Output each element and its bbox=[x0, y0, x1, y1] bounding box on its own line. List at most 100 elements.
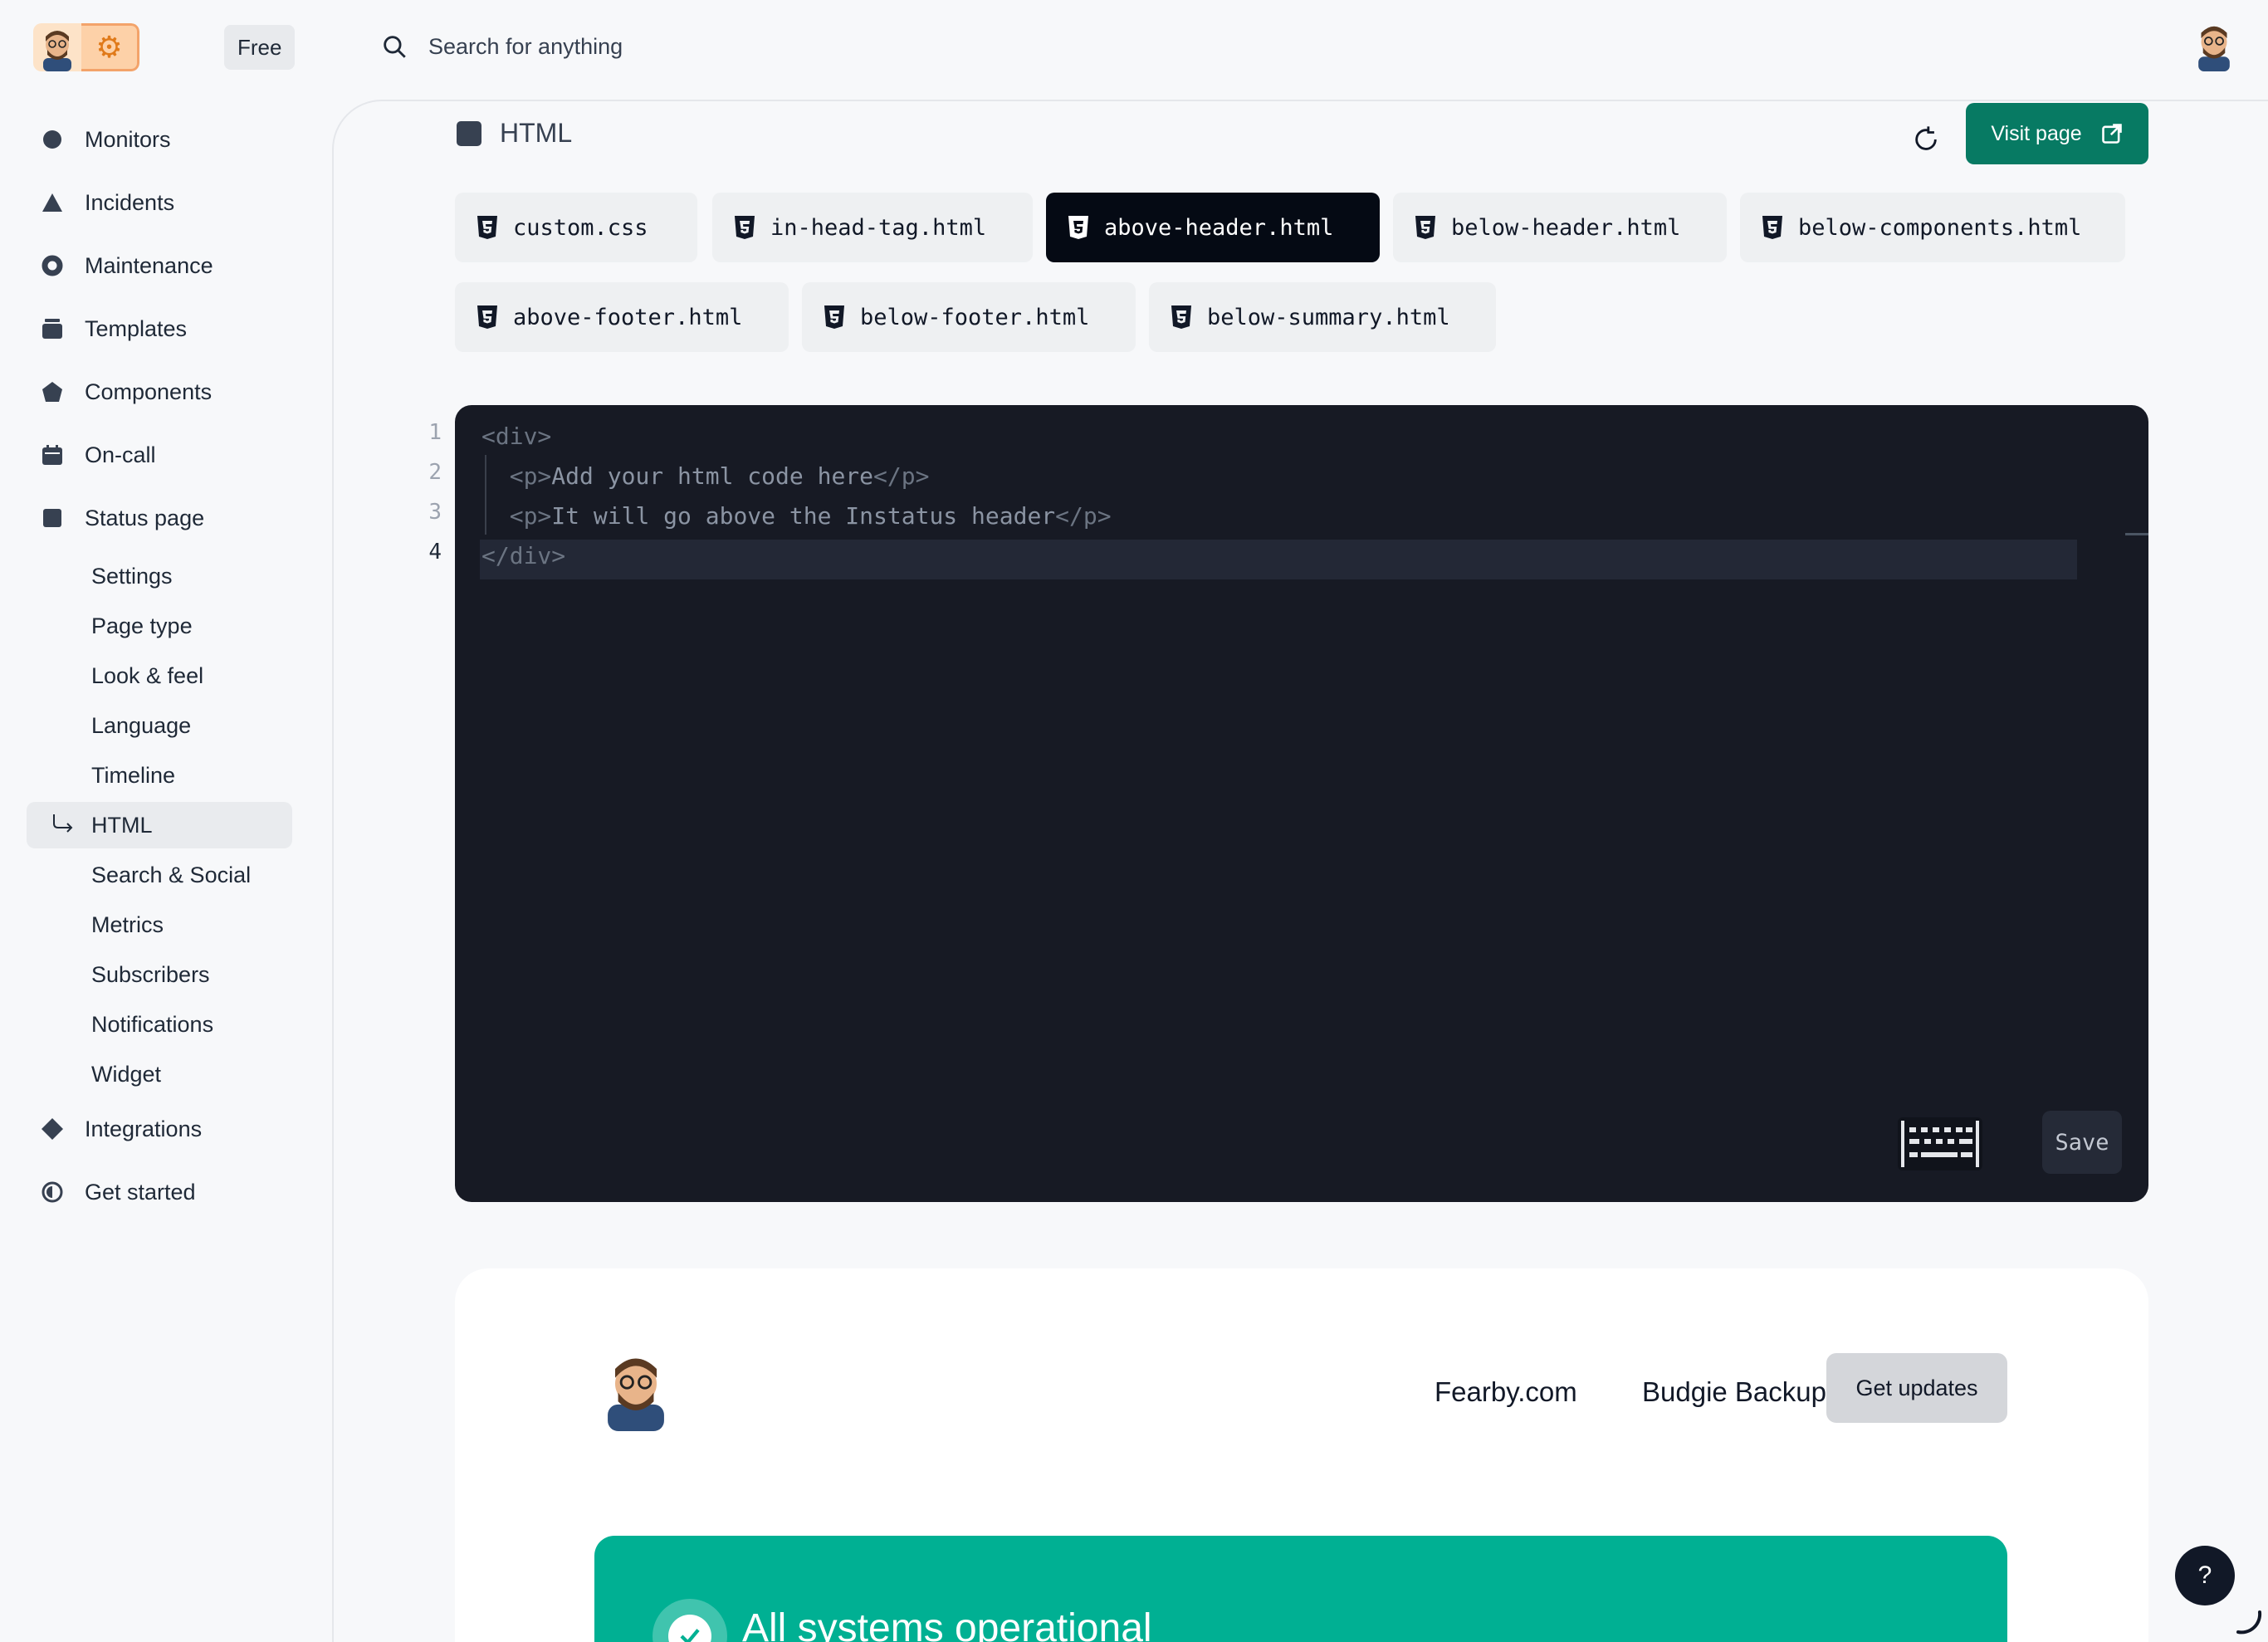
status-text: All systems operational bbox=[742, 1606, 1152, 1642]
sidebar-item-label: Incidents bbox=[85, 189, 175, 215]
sidebar-subitem-language[interactable]: Language bbox=[27, 702, 292, 749]
sidebar-subitem-html[interactable]: HTML bbox=[27, 802, 292, 848]
html5-icon bbox=[477, 305, 497, 329]
line-number: 2 bbox=[428, 460, 442, 485]
sidebar-item-templates[interactable]: Templates bbox=[27, 305, 292, 352]
line-number: 3 bbox=[428, 500, 442, 525]
sidebar-item-label: Components bbox=[85, 379, 213, 404]
sidebar-subitem-settings[interactable]: Settings bbox=[27, 553, 292, 599]
html5-icon bbox=[477, 216, 497, 239]
refresh-button[interactable] bbox=[1903, 116, 1949, 163]
sidebar-item-label: Status page bbox=[85, 505, 205, 530]
avatar-icon bbox=[33, 23, 81, 71]
tab-above-header[interactable]: above-header.html bbox=[1046, 193, 1380, 262]
sidebar-subitem-search-social[interactable]: Search & Social bbox=[27, 852, 292, 898]
sidebar-subitem-widget[interactable]: Widget bbox=[27, 1051, 292, 1097]
tab-label: below-summary.html bbox=[1207, 304, 1450, 330]
refresh-icon bbox=[1915, 126, 1937, 150]
loading-spinner-icon bbox=[2236, 1610, 2262, 1635]
code-line[interactable]: <p>It will go above the Instatus header<… bbox=[481, 496, 1112, 536]
sidebar-subitem-subscribers[interactable]: Subscribers bbox=[27, 951, 292, 998]
tab-label: below-footer.html bbox=[860, 304, 1090, 330]
corner-arrow-icon bbox=[53, 814, 73, 833]
visit-page-button[interactable]: Visit page bbox=[1966, 103, 2148, 164]
preview-link-fearby[interactable]: Fearby.com bbox=[1435, 1376, 1577, 1408]
line-number: 1 bbox=[428, 420, 442, 445]
search-bar[interactable] bbox=[380, 23, 926, 70]
page-title: HTML bbox=[500, 118, 573, 148]
html5-icon bbox=[1415, 216, 1435, 239]
pentagon-icon bbox=[40, 379, 65, 404]
line-number: 4 bbox=[428, 540, 442, 564]
preview-link-budgie-backup[interactable]: Budgie Backup bbox=[1642, 1376, 1826, 1408]
sidebar-item-label: Get started bbox=[85, 1179, 196, 1205]
tab-label: custom.css bbox=[513, 214, 648, 241]
sidebar-item-incidents[interactable]: Incidents bbox=[27, 179, 292, 226]
half-circle-icon bbox=[40, 1180, 65, 1205]
search-input[interactable] bbox=[428, 33, 926, 60]
sidebar-subitem-look-feel[interactable]: Look & feel bbox=[27, 652, 292, 699]
page-header: HTML bbox=[457, 118, 572, 149]
search-icon bbox=[384, 36, 406, 58]
check-circle-icon bbox=[653, 1599, 727, 1642]
tab-below-components[interactable]: below-components.html bbox=[1740, 193, 2125, 262]
sidebar-item-maintenance[interactable]: Maintenance bbox=[27, 242, 292, 289]
code-line[interactable]: <div> bbox=[481, 417, 551, 457]
sidebar-item-label: Integrations bbox=[85, 1116, 203, 1141]
preview-logo bbox=[594, 1348, 677, 1431]
keyboard-shortcuts-button[interactable] bbox=[1896, 1116, 1984, 1172]
app-logo[interactable]: ⚙ bbox=[33, 23, 139, 71]
tab-above-footer[interactable]: above-footer.html bbox=[455, 282, 789, 352]
visit-page-label: Visit page bbox=[1991, 121, 2082, 145]
html5-icon bbox=[1762, 216, 1782, 239]
sidebar-subitem-metrics[interactable]: Metrics bbox=[27, 902, 292, 948]
scrollbar-marker bbox=[2125, 533, 2148, 535]
sidebar-item-integrations[interactable]: Integrations bbox=[27, 1106, 292, 1152]
html5-icon bbox=[824, 305, 844, 329]
sidebar-subitem-timeline[interactable]: Timeline bbox=[27, 752, 292, 799]
code-editor[interactable]: 1 2 3 4 <div> <p>Add your html code here… bbox=[428, 405, 2148, 1202]
tab-custom-css[interactable]: custom.css bbox=[455, 193, 697, 262]
code-line[interactable]: </div> bbox=[481, 536, 565, 576]
tab-label: in-head-tag.html bbox=[770, 214, 987, 241]
tab-label: below-header.html bbox=[1451, 214, 1681, 241]
sidebar-item-label: Monitors bbox=[85, 126, 171, 152]
diamond-icon bbox=[40, 1117, 65, 1141]
tab-below-header[interactable]: below-header.html bbox=[1393, 193, 1727, 262]
keyboard-icon bbox=[1898, 1117, 1982, 1170]
circle-icon bbox=[40, 127, 65, 152]
sidebar-subitem-notifications[interactable]: Notifications bbox=[27, 1001, 292, 1048]
html5-icon bbox=[1068, 216, 1088, 239]
html5-icon bbox=[735, 216, 755, 239]
user-avatar[interactable] bbox=[2188, 20, 2240, 71]
sidebar-item-monitors[interactable]: Monitors bbox=[27, 116, 292, 163]
plan-badge[interactable]: Free bbox=[224, 25, 296, 70]
sidebar-item-components[interactable]: Components bbox=[27, 369, 292, 415]
gear-icon: ⚙ bbox=[81, 23, 139, 71]
tab-below-summary[interactable]: below-summary.html bbox=[1149, 282, 1496, 352]
help-button[interactable]: ? bbox=[2175, 1546, 2235, 1605]
triangle-icon bbox=[40, 190, 65, 215]
stack-icon bbox=[40, 316, 65, 341]
current-line-highlight bbox=[480, 540, 2077, 579]
sidebar-item-get-started[interactable]: Get started bbox=[27, 1169, 292, 1215]
square-icon bbox=[40, 506, 65, 530]
html5-icon bbox=[1171, 305, 1191, 329]
get-updates-button[interactable]: Get updates bbox=[1826, 1353, 2007, 1423]
sidebar-subitem-label: HTML bbox=[91, 812, 153, 838]
sidebar-subitem-page-type[interactable]: Page type bbox=[27, 603, 292, 649]
sidebar-item-status-page[interactable]: Status page bbox=[27, 495, 292, 541]
tab-label: above-footer.html bbox=[513, 304, 743, 330]
ring-icon bbox=[40, 253, 65, 278]
sidebar-item-label: Maintenance bbox=[85, 252, 213, 278]
main-panel: HTML Visit page custom.css in-head-tag.h… bbox=[332, 100, 2268, 1642]
tab-below-footer[interactable]: below-footer.html bbox=[802, 282, 1136, 352]
code-line[interactable]: <p>Add your html code here</p> bbox=[481, 457, 930, 496]
external-link-icon bbox=[2101, 124, 2122, 144]
save-button[interactable]: Save bbox=[2042, 1111, 2122, 1174]
tab-label: above-header.html bbox=[1104, 214, 1334, 241]
sidebar-item-label: On-call bbox=[85, 442, 156, 467]
tab-in-head-tag[interactable]: in-head-tag.html bbox=[712, 193, 1033, 262]
status-page-preview: Fearby.com Budgie Backup Get updates All… bbox=[455, 1268, 2148, 1642]
sidebar-item-on-call[interactable]: On-call bbox=[27, 432, 292, 478]
